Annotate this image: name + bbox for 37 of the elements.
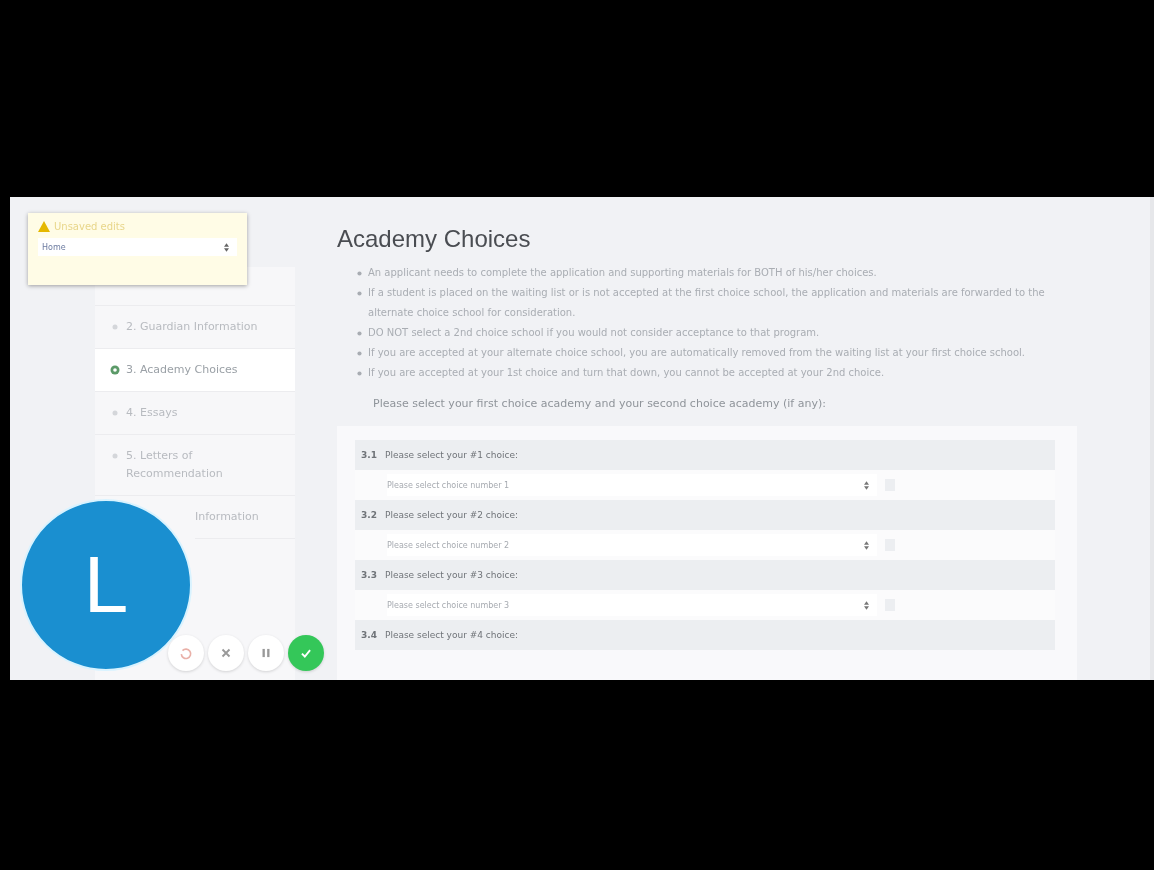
choice-dropdown[interactable]: Please select choice number 3	[387, 594, 877, 616]
close-icon	[219, 646, 233, 660]
question-header: 3.4 Please select your #4 choice:	[355, 620, 1055, 650]
restart-icon	[179, 646, 193, 660]
sidebar-item[interactable]: 4. Essays	[95, 392, 295, 435]
choice-dropdown[interactable]: Please select choice number 2	[387, 534, 877, 556]
dropdown-arrows-icon	[224, 242, 229, 252]
dropdown-arrows-icon	[864, 480, 869, 490]
instruction-text: An applicant needs to complete the application and supporting materials for BOTH of his/her choices.	[368, 266, 877, 280]
avatar: L	[20, 499, 192, 671]
finish-button[interactable]	[288, 635, 324, 671]
question-header: 3.1 Please select your #1 choice:	[355, 440, 1055, 470]
warning-title: Unsaved edits	[54, 221, 125, 232]
bullet-icon	[357, 271, 362, 276]
instruction-text: If you are accepted at your 1st choice and turn that down, you cannot be accepted at your 2nd choice.	[368, 366, 885, 380]
bullet-icon	[357, 351, 362, 356]
bullet-icon	[357, 371, 362, 376]
choice-dropdown[interactable]: Please select choice number 1	[387, 474, 877, 496]
instruction-text: Please select your first choice academy and your second choice academy (if any):	[373, 397, 827, 410]
dot-icon	[110, 322, 120, 332]
question-header: 3.3 Please select your #3 choice:	[355, 560, 1055, 590]
sidebar-item[interactable]: Information	[195, 496, 295, 539]
page-dropdown[interactable]: Home	[38, 238, 237, 256]
warning-icon	[38, 221, 50, 232]
sidebar-item[interactable]: 3. Academy Choices	[95, 349, 295, 392]
bullet-icon	[357, 291, 362, 296]
question-header: 3.2 Please select your #2 choice:	[355, 500, 1055, 530]
dropdown-arrows-icon	[864, 540, 869, 550]
instruction-text: If a student is placed on the waiting list or is not accepted at the first choice school, the application and materials are forwarded to the alternate choice school for consideration.	[368, 286, 1046, 320]
page-title: Academy Choices	[337, 225, 532, 253]
dot-icon	[110, 451, 120, 461]
bullet-icon	[357, 331, 362, 336]
sidebar-item[interactable]: 5. Letters of Recommendation	[95, 435, 295, 496]
instruction-text: DO NOT select a 2nd choice school if you would not consider acceptance to that program.	[368, 326, 820, 340]
instruction-text: If you are accepted at your alternate choice school, you are automatically removed from the waiting list at your first choice school.	[368, 346, 1025, 360]
dot-icon	[110, 408, 120, 418]
dropdown-arrows-icon	[864, 600, 869, 610]
